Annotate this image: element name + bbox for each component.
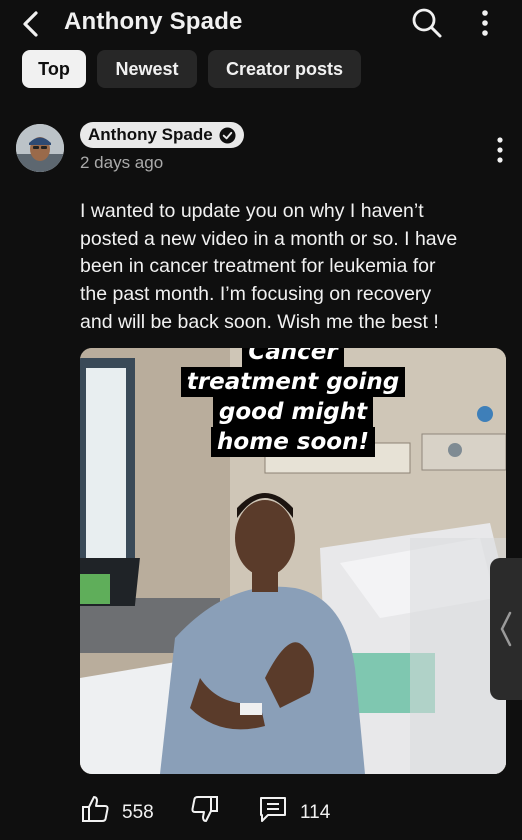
- chevron-left-icon[interactable]: [16, 8, 48, 40]
- search-icon[interactable]: [410, 6, 444, 40]
- top-app-bar: Anthony Spade: [0, 0, 522, 46]
- sort-chips: Top Newest Creator posts: [0, 50, 522, 90]
- tab-creator-posts[interactable]: Creator posts: [208, 50, 361, 88]
- avatar[interactable]: [16, 124, 64, 172]
- page-title: Anthony Spade: [64, 8, 243, 35]
- author-name: Anthony Spade: [88, 125, 213, 144]
- verified-icon: [219, 126, 236, 144]
- caption-line: treatment going: [180, 367, 406, 397]
- post-actions: 558 114: [0, 792, 522, 832]
- comment-count: 114: [300, 802, 331, 823]
- caption-line: Cancer: [242, 348, 344, 367]
- post-text-line: and will be back soon. Wish me the best …: [80, 310, 439, 333]
- caption-line: good might: [212, 397, 374, 427]
- post-text: I wanted to update you on why I haven’t …: [80, 198, 508, 337]
- post-image[interactable]: Cancer treatment going good might home s…: [80, 348, 506, 774]
- author-badge[interactable]: Anthony Spade: [80, 122, 244, 148]
- post-timestamp: 2 days ago: [80, 153, 164, 172]
- image-caption: Cancer treatment going good might home s…: [80, 348, 506, 457]
- like-icon[interactable]: [80, 794, 110, 824]
- chevron-left-small-icon: [500, 611, 512, 647]
- caption-line: home soon!: [211, 427, 375, 457]
- comment-icon[interactable]: [258, 794, 288, 824]
- more-vert-icon[interactable]: [472, 8, 498, 38]
- tab-newest[interactable]: Newest: [97, 50, 197, 88]
- post-text-line: the past month. I’m focusing on recovery: [80, 283, 432, 306]
- dislike-icon[interactable]: [190, 794, 220, 824]
- post-text-line: posted a new video in a month or so. I h…: [80, 227, 458, 250]
- post-text-line: been in cancer treatment for leukemia fo…: [80, 255, 436, 278]
- like-count: 558: [122, 802, 154, 823]
- post-text-line: I wanted to update you on why I haven’t: [80, 200, 424, 222]
- post-more-icon[interactable]: [490, 136, 510, 164]
- tab-top[interactable]: Top: [22, 50, 86, 88]
- side-panel-handle[interactable]: [490, 558, 522, 700]
